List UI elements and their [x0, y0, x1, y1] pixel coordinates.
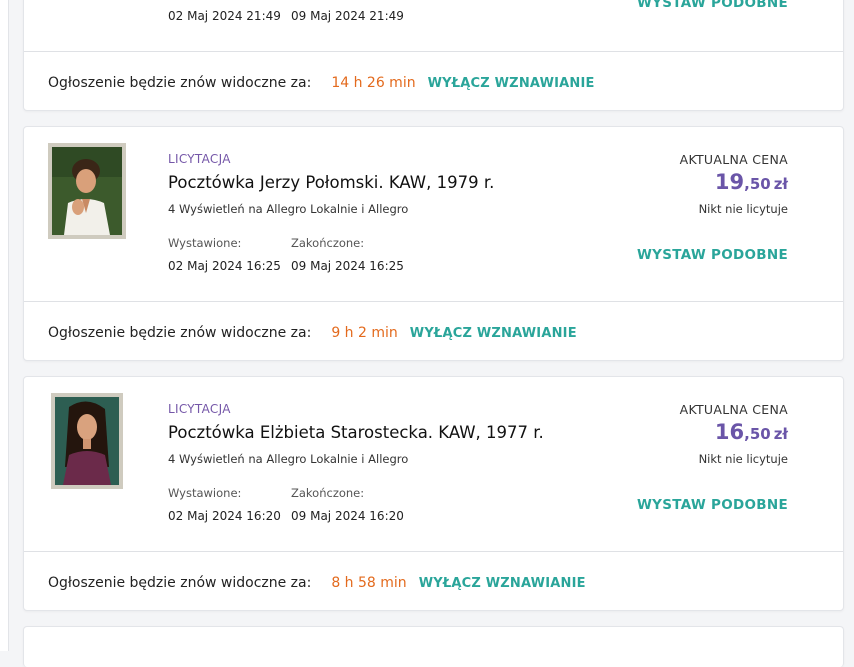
price-integer: 16 — [714, 420, 745, 444]
listing-title[interactable]: Pocztówka Jerzy Połomski. KAW, 1979 r. — [168, 173, 494, 192]
price-currency: zł — [773, 425, 788, 443]
listing-card: LICYTACJA Pocztówka Jerzy Połomski. KAW,… — [23, 126, 844, 361]
listing-card: LICYTACJA Pocztówka Elżbieta Starostecka… — [23, 376, 844, 611]
ended-date: 09 Maj 2024 21:49 — [291, 9, 404, 23]
listed-label: Wystawione: — [168, 486, 242, 500]
price-label: AKTUALNA CENA — [679, 402, 788, 417]
bid-status: Nikt nie licytuje — [698, 452, 788, 466]
listing-thumbnail[interactable] — [48, 143, 126, 239]
price-decimal: ,50 — [744, 425, 771, 443]
postcard-photo-woman-icon — [55, 397, 119, 485]
disable-renew-button[interactable]: WYŁĄCZ WZNAWIANIE — [428, 76, 595, 91]
renew-text: Ogłoszenie będzie znów widoczne za: — [48, 325, 312, 341]
listing-card — [23, 626, 844, 667]
list-similar-button[interactable]: WYSTAW PODOBNE — [637, 247, 788, 263]
disable-renew-button[interactable]: WYŁĄCZ WZNAWIANIE — [410, 326, 577, 341]
list-similar-button[interactable]: WYSTAW PODOBNE — [637, 0, 788, 11]
price-currency: zł — [773, 175, 788, 193]
current-price: 16,50 zł — [715, 420, 788, 444]
renew-text: Ogłoszenie będzie znów widoczne za: — [48, 575, 312, 591]
left-panel-edge — [0, 0, 9, 651]
renew-countdown: 14 h 26 min — [331, 75, 416, 91]
listed-date: 02 Maj 2024 21:49 — [168, 9, 281, 23]
current-price: 19,50 zł — [715, 170, 788, 194]
renew-row: Ogłoszenie będzie znów widoczne za: 9 h … — [48, 325, 577, 341]
ended-date: 09 Maj 2024 16:20 — [291, 509, 404, 523]
list-similar-button[interactable]: WYSTAW PODOBNE — [637, 497, 788, 513]
renew-text: Ogłoszenie będzie znów widoczne za: — [48, 75, 312, 91]
listing-views: 4 Wyświetleń na Allegro Lokalnie i Alleg… — [168, 452, 409, 466]
listing-type: LICYTACJA — [168, 402, 231, 416]
renew-row: Ogłoszenie będzie znów widoczne za: 8 h … — [48, 575, 586, 591]
price-label: AKTUALNA CENA — [679, 152, 788, 167]
listing-type: LICYTACJA — [168, 152, 231, 166]
postcard-photo-man-icon — [52, 147, 122, 235]
listing-views: 4 Wyświetleń na Allegro Lokalnie i Alleg… — [168, 202, 409, 216]
ended-date: 09 Maj 2024 16:25 — [291, 259, 404, 273]
listing-title[interactable]: Pocztówka Elżbieta Starostecka. KAW, 197… — [168, 423, 544, 442]
bid-status: Nikt nie licytuje — [698, 202, 788, 216]
listing-thumbnail[interactable] — [51, 393, 123, 489]
card-divider — [24, 51, 843, 52]
card-divider — [24, 301, 843, 302]
renew-countdown: 8 h 58 min — [331, 575, 407, 591]
ended-label: Zakończone: — [291, 236, 365, 250]
listed-label: Wystawione: — [168, 236, 242, 250]
listing-card: 02 Maj 2024 21:49 09 Maj 2024 21:49 WYST… — [23, 0, 844, 111]
renew-row: Ogłoszenie będzie znów widoczne za: 14 h… — [48, 75, 595, 91]
disable-renew-button[interactable]: WYŁĄCZ WZNAWIANIE — [419, 576, 586, 591]
price-decimal: ,50 — [744, 175, 771, 193]
listed-date: 02 Maj 2024 16:25 — [168, 259, 281, 273]
price-integer: 19 — [714, 170, 745, 194]
ended-label: Zakończone: — [291, 486, 365, 500]
listed-date: 02 Maj 2024 16:20 — [168, 509, 281, 523]
card-divider — [24, 551, 843, 552]
renew-countdown: 9 h 2 min — [331, 325, 398, 341]
